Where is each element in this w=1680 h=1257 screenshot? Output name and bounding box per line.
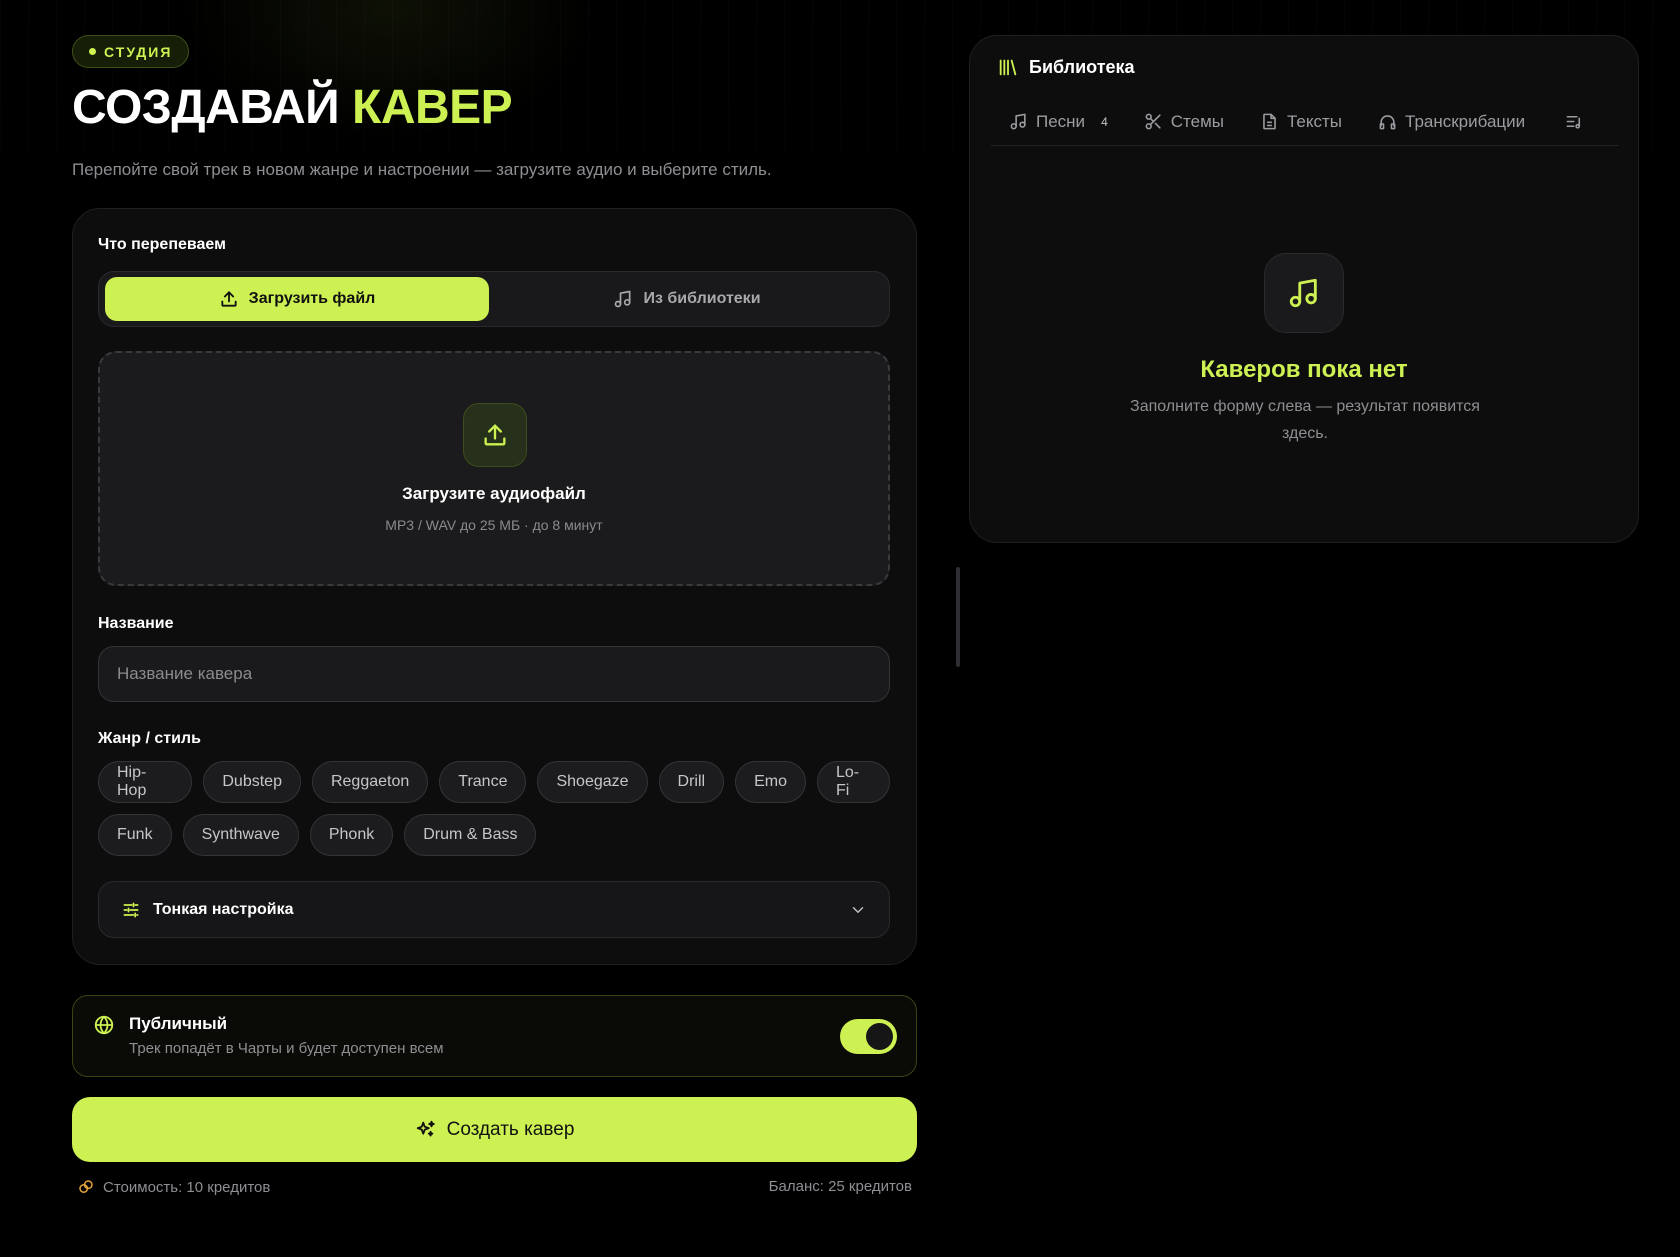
create-cover-button[interactable]: Создать кавер (72, 1097, 917, 1162)
genre-chip[interactable]: Lo-Fi (816, 761, 890, 803)
public-visibility-card: Публичный Трек попадёт в Чарты и будет д… (72, 995, 917, 1077)
genre-chip[interactable]: Shoegaze (537, 761, 648, 803)
cost-info: Стоимость: 10 кредитов (77, 1178, 270, 1196)
dropzone-title: Загрузите аудиофайл (402, 484, 586, 503)
badge-dot (89, 48, 96, 55)
upload-file-tab[interactable]: Загрузить файл (105, 277, 489, 321)
studio-badge: СТУДИЯ (72, 35, 190, 68)
genre-chip[interactable]: Hip-Hop (98, 761, 193, 803)
tab-stems[interactable]: Стемы (1126, 98, 1242, 145)
dropzone-hint: MP3 / WAV до 25 МБ · до 8 минут (385, 517, 603, 533)
from-library-tab[interactable]: Из библиотеки (491, 277, 883, 321)
genre-chip[interactable]: Drum & Bass (404, 814, 537, 856)
globe-icon (94, 1015, 114, 1035)
audio-dropzone[interactable]: Загрузите аудиофайл MP3 / WAV до 25 МБ ·… (98, 351, 890, 586)
page-subtitle: Перепойте свой трек в новом жанре и наст… (72, 160, 772, 179)
public-description: Трек попадёт в Чарты и будет доступен вс… (129, 1040, 444, 1057)
genre-chips: Hip-Hop Dubstep Reggaeton Trance Shoegaz… (98, 761, 890, 867)
tab-songs[interactable]: Песни 4 (991, 98, 1126, 145)
sliders-icon (123, 902, 139, 917)
page-title: СОЗДАВАЙ КАВЕР (72, 84, 917, 132)
cost-text: Стоимость: 10 кредитов (103, 1178, 271, 1196)
fine-tuning-toggle[interactable]: Тонкая настройка (98, 881, 890, 938)
cover-form-card: Что перепеваем Загрузить файл Из библиот… (72, 208, 917, 965)
document-icon (1263, 113, 1276, 130)
cover-name-input[interactable] (98, 646, 890, 702)
tab-transcriptions[interactable]: Транскрибации (1360, 98, 1543, 145)
empty-state-title: Каверов пока нет (1200, 356, 1408, 383)
genre-label: Жанр / стиль (98, 730, 201, 747)
tab-stems-label: Стемы (1170, 111, 1224, 131)
library-header: Библиотека (997, 56, 1135, 78)
source-switch: Загрузить файл Из библиотеки (98, 271, 890, 327)
panel-resize-handle[interactable] (956, 567, 960, 667)
dropzone-upload-icon (463, 403, 527, 467)
genre-chip[interactable]: Synthwave (182, 814, 299, 856)
tab-lyrics-label: Тексты (1286, 111, 1343, 131)
page-title-main: СОЗДАВАЙ (72, 81, 340, 134)
tab-songs-label: Песни (1036, 111, 1086, 131)
music-note-icon (615, 290, 631, 308)
genre-chip[interactable]: Trance (439, 761, 527, 803)
tab-lyrics[interactable]: Тексты (1242, 98, 1360, 145)
tab-songs-count: 4 (1101, 114, 1108, 129)
page-title-accent: КАВЕР (352, 81, 513, 134)
create-cover-panel: СТУДИЯ СОЗДАВАЙ КАВЕР Перепойте свой тре… (72, 35, 917, 1196)
chevron-down-icon (852, 906, 864, 913)
music-note-icon (1010, 113, 1026, 130)
coins-icon (79, 1180, 93, 1193)
public-title: Публичный (129, 1014, 228, 1033)
toggle-knob (866, 1023, 893, 1050)
genre-chip[interactable]: Emo (735, 761, 806, 803)
from-library-tab-label: Из библиотеки (643, 290, 761, 307)
tab-more[interactable] (1543, 98, 1584, 145)
fine-tuning-label: Тонкая настройка (153, 900, 294, 918)
badge-label: СТУДИЯ (104, 43, 173, 60)
library-title: Библиотека (1029, 56, 1135, 77)
genre-chip[interactable]: Reggaeton (311, 761, 429, 803)
upload-file-tab-label: Загрузить файл (248, 290, 376, 307)
sparkles-icon (416, 1120, 435, 1136)
source-label: Что перепеваем (98, 236, 226, 253)
headphones-icon (1379, 115, 1396, 130)
library-panel: Библиотека Песни 4 Стемы Тексты Транскри… (969, 35, 1639, 543)
genre-chip[interactable]: Dubstep (203, 761, 301, 803)
upload-icon (221, 291, 237, 307)
name-label: Название (98, 615, 174, 632)
genre-chip[interactable]: Phonk (309, 814, 394, 856)
balance-text: Баланс: 25 кредитов (768, 1178, 912, 1195)
empty-state-music-icon (1264, 253, 1344, 333)
playlist-icon (1566, 115, 1581, 129)
genre-chip[interactable]: Funk (98, 814, 172, 856)
public-toggle[interactable] (840, 1019, 897, 1054)
scissors-icon (1145, 113, 1161, 130)
empty-state-text: Заполните форму слева — результат появит… (1130, 398, 1480, 442)
tab-transcriptions-label: Транскрибации (1405, 111, 1526, 131)
library-tabs: Песни 4 Стемы Тексты Транскрибации (991, 98, 1619, 146)
genre-chip[interactable]: Drill (658, 761, 725, 803)
create-cover-button-label: Создать кавер (446, 1118, 575, 1140)
library-icon (999, 59, 1017, 76)
